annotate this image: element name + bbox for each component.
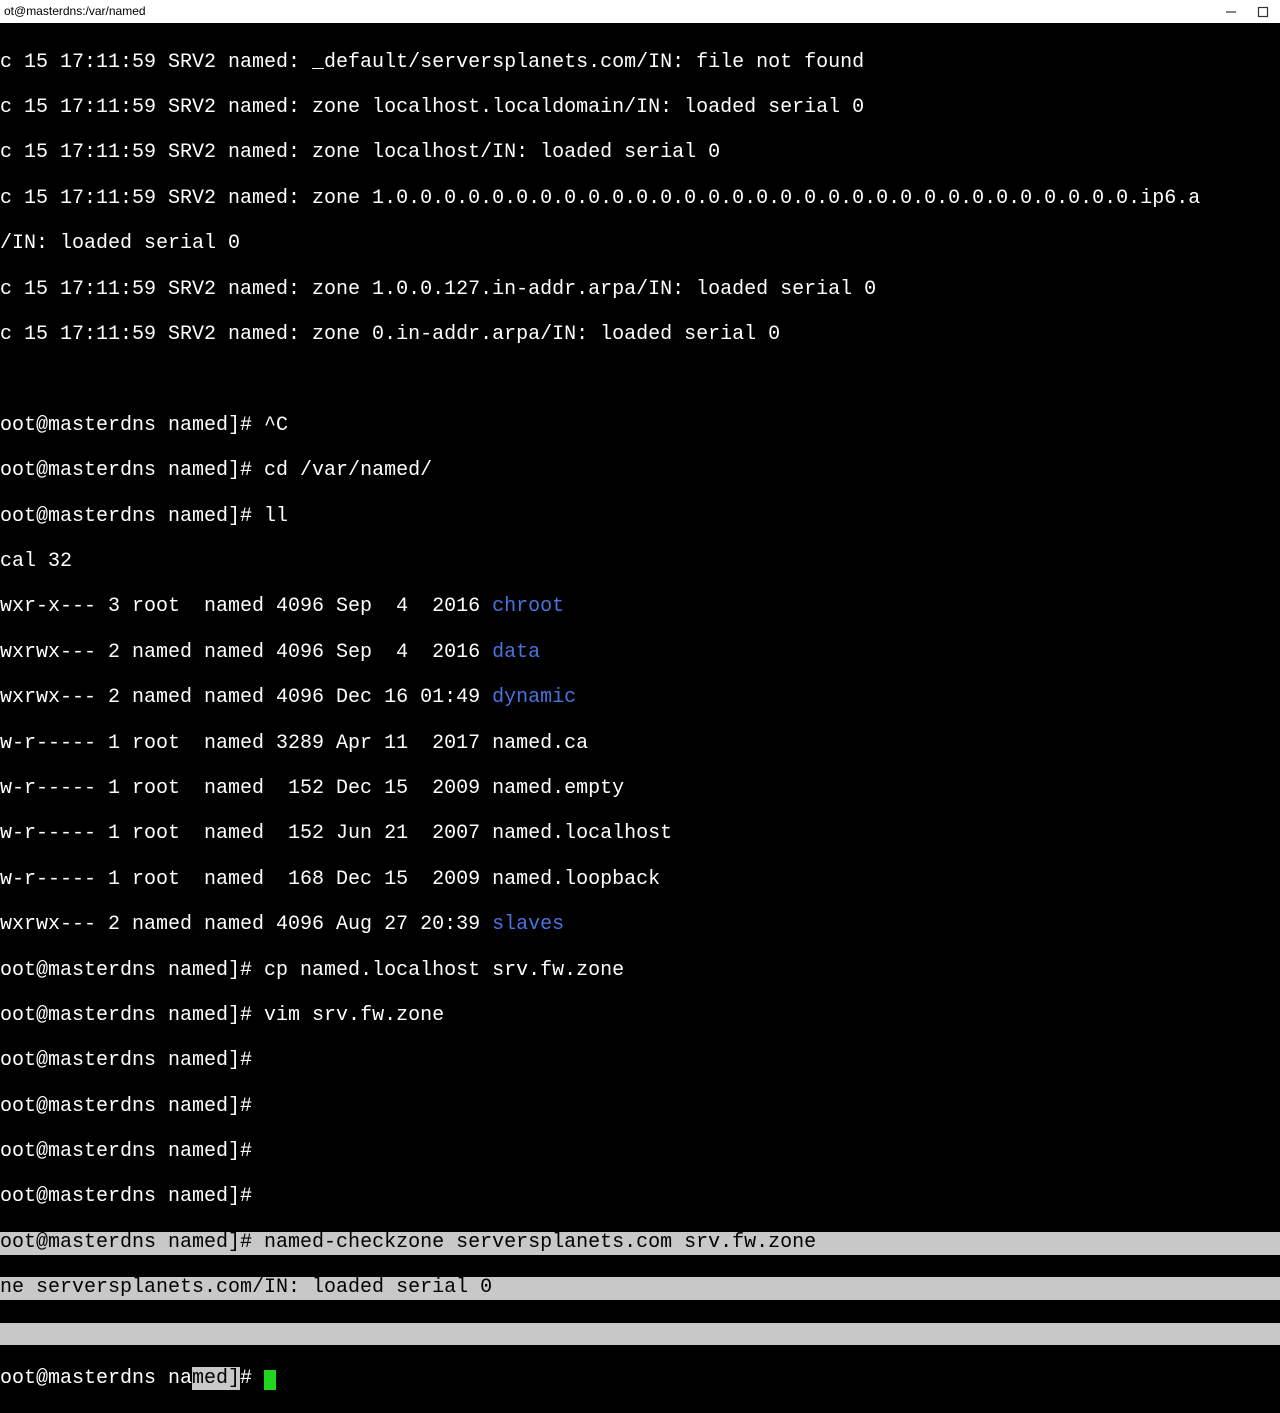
ll-row: w-r----- 1 root named 168 Dec 15 2009 na… — [0, 869, 1280, 892]
cmd-text: cd /var/named/ — [264, 459, 432, 482]
shell-prompt: oot@masterdns named]# — [0, 1185, 264, 1208]
prompt-line: oot@masterdns named]# cd /var/named/ — [0, 460, 1280, 483]
prompt-line-selected: oot@masterdns named]# named-checkzone se… — [0, 1232, 1280, 1255]
blank-line-selected — [0, 1323, 1280, 1346]
log-line: c 15 17:11:59 SRV2 named: zone localhost… — [0, 97, 1280, 120]
ll-row: wxr-x--- 3 root named 4096 Sep 4 2016 ch… — [0, 596, 1280, 619]
cmd-text: ll — [264, 505, 288, 528]
terminal-output[interactable]: c 15 17:11:59 SRV2 named: _default/serve… — [0, 23, 1280, 1413]
prompt-line: oot@masterdns named]# — [0, 1096, 1280, 1119]
cmd-text: ^C — [264, 414, 288, 437]
shell-prompt: oot@masterdns named]# — [0, 459, 264, 482]
window-title: ot@masterdns:/var/named — [4, 0, 146, 23]
ll-total: cal 32 — [0, 551, 1280, 574]
dir-name: chroot — [492, 595, 564, 618]
ll-row: w-r----- 1 root named 3289 Apr 11 2017 n… — [0, 733, 1280, 756]
ll-row: w-r----- 1 root named 152 Dec 15 2009 na… — [0, 778, 1280, 801]
prompt-line: oot@masterdns named]# — [0, 1141, 1280, 1164]
shell-prompt: oot@masterdns named]# — [0, 414, 264, 437]
cursor-icon — [264, 1370, 276, 1390]
dir-name: dynamic — [492, 686, 576, 709]
blank-line — [0, 369, 1280, 392]
cmd-text: vim srv.fw.zone — [264, 1004, 444, 1027]
maximize-icon[interactable] — [1256, 5, 1270, 19]
log-line: c 15 17:11:59 SRV2 named: zone 1.0.0.0.0… — [0, 188, 1280, 211]
minimize-icon[interactable] — [1224, 5, 1238, 19]
dir-name: data — [492, 641, 540, 664]
window-controls — [1224, 5, 1276, 19]
prompt-line: oot@masterdns named]# — [0, 1186, 1280, 1209]
log-line: c 15 17:11:59 SRV2 named: zone localhost… — [0, 142, 1280, 165]
prompt-line: oot@masterdns named]# vim srv.fw.zone — [0, 1005, 1280, 1028]
ll-row: wxrwx--- 2 named named 4096 Aug 27 20:39… — [0, 914, 1280, 937]
shell-prompt: oot@masterdns named]# — [0, 1095, 264, 1118]
dir-name: slaves — [492, 913, 564, 936]
ll-row: wxrwx--- 2 named named 4096 Sep 4 2016 d… — [0, 642, 1280, 665]
cmd-text: named-checkzone serversplanets.com srv.f… — [264, 1231, 816, 1254]
log-line: /IN: loaded serial 0 — [0, 233, 1280, 256]
log-line: c 15 17:11:59 SRV2 named: zone 1.0.0.127… — [0, 279, 1280, 302]
log-line: c 15 17:11:59 SRV2 named: zone 0.in-addr… — [0, 324, 1280, 347]
prompt-line: oot@masterdns named]# cp named.localhost… — [0, 960, 1280, 983]
ll-row: wxrwx--- 2 named named 4096 Dec 16 01:49… — [0, 687, 1280, 710]
prompt-line: oot@masterdns named]# ^C — [0, 415, 1280, 438]
shell-prompt: oot@masterdns named]# — [0, 1140, 264, 1163]
check-output-selected: ne serversplanets.com/IN: loaded serial … — [0, 1277, 1280, 1300]
prompt-line: oot@masterdns named]# ll — [0, 506, 1280, 529]
log-line: c 15 17:11:59 SRV2 named: _default/serve… — [0, 52, 1280, 75]
shell-prompt: oot@masterdns named]# — [0, 1231, 264, 1254]
cmd-text: cp named.localhost srv.fw.zone — [264, 959, 624, 982]
shell-prompt: oot@masterdns named]# — [0, 1049, 264, 1072]
window-titlebar: ot@masterdns:/var/named — [0, 0, 1280, 23]
shell-prompt: oot@masterdns named]# — [0, 959, 264, 982]
prompt-line-active[interactable]: oot@masterdns named]# — [0, 1368, 1280, 1391]
shell-prompt: oot@masterdns named]# — [0, 505, 264, 528]
ll-row: w-r----- 1 root named 152 Jun 21 2007 na… — [0, 823, 1280, 846]
shell-prompt: oot@masterdns named]# — [0, 1004, 264, 1027]
prompt-line: oot@masterdns named]# — [0, 1050, 1280, 1073]
